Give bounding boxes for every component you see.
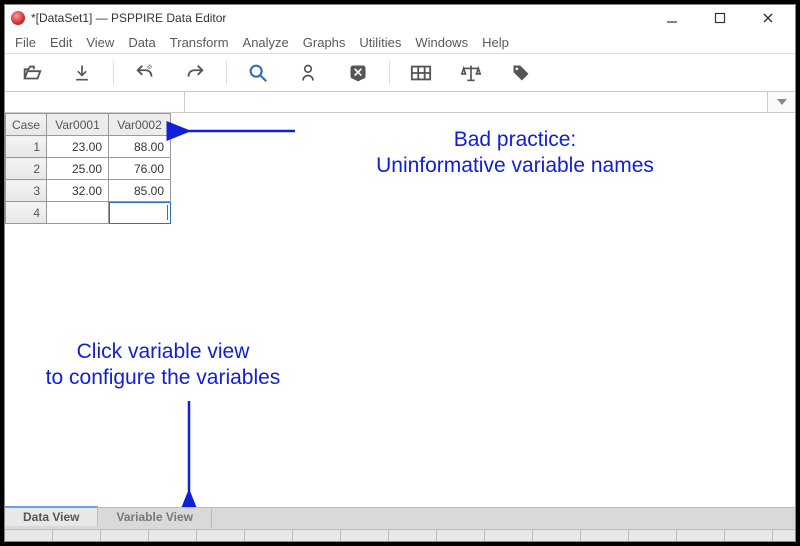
- row-header[interactable]: 1: [6, 136, 47, 158]
- formula-box[interactable]: [185, 92, 767, 112]
- grid-icon[interactable]: [410, 62, 432, 84]
- menu-analyze[interactable]: Analyze: [243, 35, 289, 50]
- menu-utilities[interactable]: Utilities: [359, 35, 401, 50]
- name-box[interactable]: [5, 92, 185, 112]
- col-case[interactable]: Case: [6, 114, 47, 136]
- footer-cells: [5, 529, 795, 541]
- data-grid: Case Var0001 Var0002 1 23.00 88.00 2 25.…: [5, 113, 171, 224]
- window-title: *[DataSet1] — PSPPIRE Data Editor: [31, 11, 657, 25]
- menu-edit[interactable]: Edit: [50, 35, 72, 50]
- undo-icon[interactable]: [134, 62, 156, 84]
- close-button[interactable]: [753, 7, 783, 29]
- menu-view[interactable]: View: [86, 35, 114, 50]
- info-icon[interactable]: [297, 62, 319, 84]
- redo-icon[interactable]: [184, 62, 206, 84]
- row-header[interactable]: 2: [6, 158, 47, 180]
- annotation-variable-view: Click variable view to configure the var…: [13, 339, 313, 392]
- tag-icon[interactable]: [510, 62, 532, 84]
- col-var0001[interactable]: Var0001: [47, 114, 109, 136]
- menu-transform[interactable]: Transform: [170, 35, 229, 50]
- toolbar-sep: [226, 61, 227, 85]
- name-dropdown[interactable]: [767, 92, 795, 112]
- titlebar: *[DataSet1] — PSPPIRE Data Editor: [5, 5, 795, 31]
- cell[interactable]: 23.00: [47, 136, 109, 158]
- toolbar-sep: [389, 61, 390, 85]
- maximize-button[interactable]: [705, 7, 735, 29]
- name-bar: [5, 91, 795, 113]
- save-icon[interactable]: [71, 62, 93, 84]
- col-var0002[interactable]: Var0002: [109, 114, 171, 136]
- table-row: 4: [6, 202, 171, 224]
- window-controls: [657, 7, 783, 29]
- row-header[interactable]: 4: [6, 202, 47, 224]
- view-tabs: Data View Variable View: [5, 507, 795, 541]
- cell[interactable]: [47, 202, 109, 224]
- tab-variable-view[interactable]: Variable View: [98, 508, 212, 528]
- open-icon[interactable]: [21, 62, 43, 84]
- table-row: 2 25.00 76.00: [6, 158, 171, 180]
- toolbar: [5, 53, 795, 91]
- annotation-arrow-down: [5, 393, 305, 507]
- menu-data[interactable]: Data: [128, 35, 155, 50]
- row-header[interactable]: 3: [6, 180, 47, 202]
- cell[interactable]: 32.00: [47, 180, 109, 202]
- close-x-icon[interactable]: [347, 62, 369, 84]
- minimize-button[interactable]: [657, 7, 687, 29]
- cell[interactable]: 88.00: [109, 136, 171, 158]
- search-icon[interactable]: [247, 62, 269, 84]
- menu-file[interactable]: File: [15, 35, 36, 50]
- table-row: 3 32.00 85.00: [6, 180, 171, 202]
- tab-data-view[interactable]: Data View: [5, 506, 98, 526]
- annotation-bad-practice: Bad practice: Uninformative variable nam…: [325, 127, 705, 180]
- menu-graphs[interactable]: Graphs: [303, 35, 346, 50]
- menu-windows[interactable]: Windows: [415, 35, 468, 50]
- cell[interactable]: 25.00: [47, 158, 109, 180]
- scales-icon[interactable]: [460, 62, 482, 84]
- menu-bar: File Edit View Data Transform Analyze Gr…: [5, 31, 795, 53]
- table-row: 1 23.00 88.00: [6, 136, 171, 158]
- toolbar-sep: [113, 61, 114, 85]
- main-area: Case Var0001 Var0002 1 23.00 88.00 2 25.…: [5, 113, 795, 507]
- cell[interactable]: 76.00: [109, 158, 171, 180]
- cell-active[interactable]: [109, 202, 171, 224]
- app-icon: [11, 11, 25, 25]
- menu-help[interactable]: Help: [482, 35, 509, 50]
- cell[interactable]: 85.00: [109, 180, 171, 202]
- app-window: *[DataSet1] — PSPPIRE Data Editor File E…: [4, 4, 796, 542]
